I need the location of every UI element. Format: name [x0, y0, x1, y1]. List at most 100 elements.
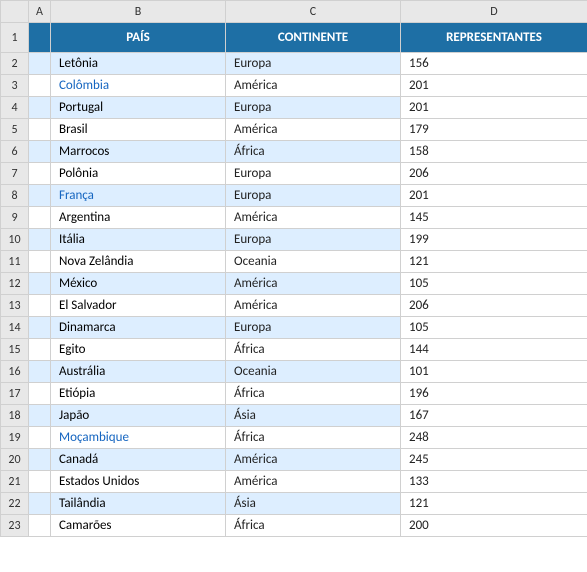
cell-a — [29, 75, 51, 97]
cell-representantes: 105 — [401, 317, 587, 339]
cell-a — [29, 317, 51, 339]
col-header-d[interactable]: D — [401, 1, 587, 23]
cell-representantes: 167 — [401, 405, 587, 427]
cell-representantes: 158 — [401, 141, 587, 163]
cell-continente: Ásia — [226, 405, 401, 427]
spreadsheet: A B C D 1 PAÍS CONTINENTE REPRESENTANTES… — [0, 0, 587, 537]
cell-pais[interactable]: Marrocos — [51, 141, 226, 163]
cell-representantes: 196 — [401, 383, 587, 405]
table-row: 5BrasilAmérica179 — [1, 119, 587, 141]
cell-pais[interactable]: Egito — [51, 339, 226, 361]
cell-pais[interactable]: Canadá — [51, 449, 226, 471]
cell-pais[interactable]: Moçambique — [51, 427, 226, 449]
table-row: 15EgitoÁfrica144 — [1, 339, 587, 361]
table-row: 21Estados UnidosAmérica133 — [1, 471, 587, 493]
col-header-c[interactable]: C — [226, 1, 401, 23]
cell-pais[interactable]: Dinamarca — [51, 317, 226, 339]
cell-pais[interactable]: Camarões — [51, 515, 226, 537]
cell-representantes: 101 — [401, 361, 587, 383]
cell-pais[interactable]: Argentina — [51, 207, 226, 229]
row-num-7: 7 — [1, 163, 29, 185]
cell-continente: Europa — [226, 317, 401, 339]
cell-continente: América — [226, 207, 401, 229]
table-row: 19MoçambiqueÁfrica248 — [1, 427, 587, 449]
cell-continente: Oceania — [226, 251, 401, 273]
cell-representantes: 201 — [401, 97, 587, 119]
row-num-9: 9 — [1, 207, 29, 229]
cell-pais[interactable]: Portugal — [51, 97, 226, 119]
cell-pais[interactable]: Colômbia — [51, 75, 226, 97]
row-num-14: 14 — [1, 317, 29, 339]
table-row: 13El SalvadorAmérica206 — [1, 295, 587, 317]
cell-a — [29, 273, 51, 295]
cell-continente: Europa — [226, 229, 401, 251]
row-num-20: 20 — [1, 449, 29, 471]
table-row: 16 AustráliaOceania101 — [1, 361, 587, 383]
cell-pais[interactable]: Austrália — [51, 361, 226, 383]
table-row: 12MéxicoAmérica105 — [1, 273, 587, 295]
cell-continente: Europa — [226, 97, 401, 119]
cell-a — [29, 119, 51, 141]
cell-pais[interactable]: México — [51, 273, 226, 295]
cell-continente: Ásia — [226, 493, 401, 515]
row-num-2: 2 — [1, 53, 29, 75]
cell-a — [29, 339, 51, 361]
cell-a — [29, 427, 51, 449]
cell-pais[interactable]: Itália — [51, 229, 226, 251]
table-row: 11Nova ZelândiaOceania121 — [1, 251, 587, 273]
cell-pais[interactable]: Estados Unidos — [51, 471, 226, 493]
cell-representantes: 105 — [401, 273, 587, 295]
cell-continente: Oceania — [226, 361, 401, 383]
column-header-row: A B C D — [1, 1, 587, 23]
col-header-b[interactable]: B — [51, 1, 226, 23]
row-num-4: 4 — [1, 97, 29, 119]
cell-a — [29, 141, 51, 163]
table-row: 20CanadáAmérica245 — [1, 449, 587, 471]
row-num-12: 12 — [1, 273, 29, 295]
cell-representantes: 201 — [401, 185, 587, 207]
table-row: 3ColômbiaAmérica201 — [1, 75, 587, 97]
cell-representantes: 200 — [401, 515, 587, 537]
cell-pais[interactable]: Polônia — [51, 163, 226, 185]
cell-a — [29, 361, 51, 383]
row-num-17: 17 — [1, 383, 29, 405]
cell-representantes: 199 — [401, 229, 587, 251]
col-header-a[interactable]: A — [29, 1, 51, 23]
cell-a — [29, 515, 51, 537]
table-row: 4 PortugalEuropa201 — [1, 97, 587, 119]
row-num-18: 18 — [1, 405, 29, 427]
cell-a — [29, 405, 51, 427]
row-num-16: 16 — [1, 361, 29, 383]
cell-pais[interactable]: El Salvador — [51, 295, 226, 317]
cell-representantes: 248 — [401, 427, 587, 449]
cell-continente: América — [226, 119, 401, 141]
data-header-row: 1 PAÍS CONTINENTE REPRESENTANTES — [1, 23, 587, 53]
cell-continente: África — [226, 515, 401, 537]
cell-representantes: 133 — [401, 471, 587, 493]
cell-pais[interactable]: Nova Zelândia — [51, 251, 226, 273]
cell-a — [29, 449, 51, 471]
cell-a — [29, 97, 51, 119]
table-row: 2LetôniaEuropa156 — [1, 53, 587, 75]
row-num-23: 23 — [1, 515, 29, 537]
cell-pais[interactable]: Tailândia — [51, 493, 226, 515]
table-row: 14 DinamarcaEuropa105 — [1, 317, 587, 339]
cell-a — [29, 207, 51, 229]
row-num-13: 13 — [1, 295, 29, 317]
header-continente: CONTINENTE — [226, 23, 401, 53]
cell-a — [29, 185, 51, 207]
cell-pais[interactable]: Letônia — [51, 53, 226, 75]
cell-continente: Europa — [226, 185, 401, 207]
cell-pais[interactable]: Etiópia — [51, 383, 226, 405]
cell-pais[interactable]: França — [51, 185, 226, 207]
row-num-1: 1 — [1, 23, 29, 53]
cell-continente: América — [226, 75, 401, 97]
cell-pais[interactable]: Japão — [51, 405, 226, 427]
cell-pais[interactable]: Brasil — [51, 119, 226, 141]
cell-representantes: 144 — [401, 339, 587, 361]
cell-representantes: 206 — [401, 295, 587, 317]
cell-a — [29, 295, 51, 317]
cell-representantes: 145 — [401, 207, 587, 229]
cell-representantes: 121 — [401, 251, 587, 273]
cell-a — [29, 163, 51, 185]
